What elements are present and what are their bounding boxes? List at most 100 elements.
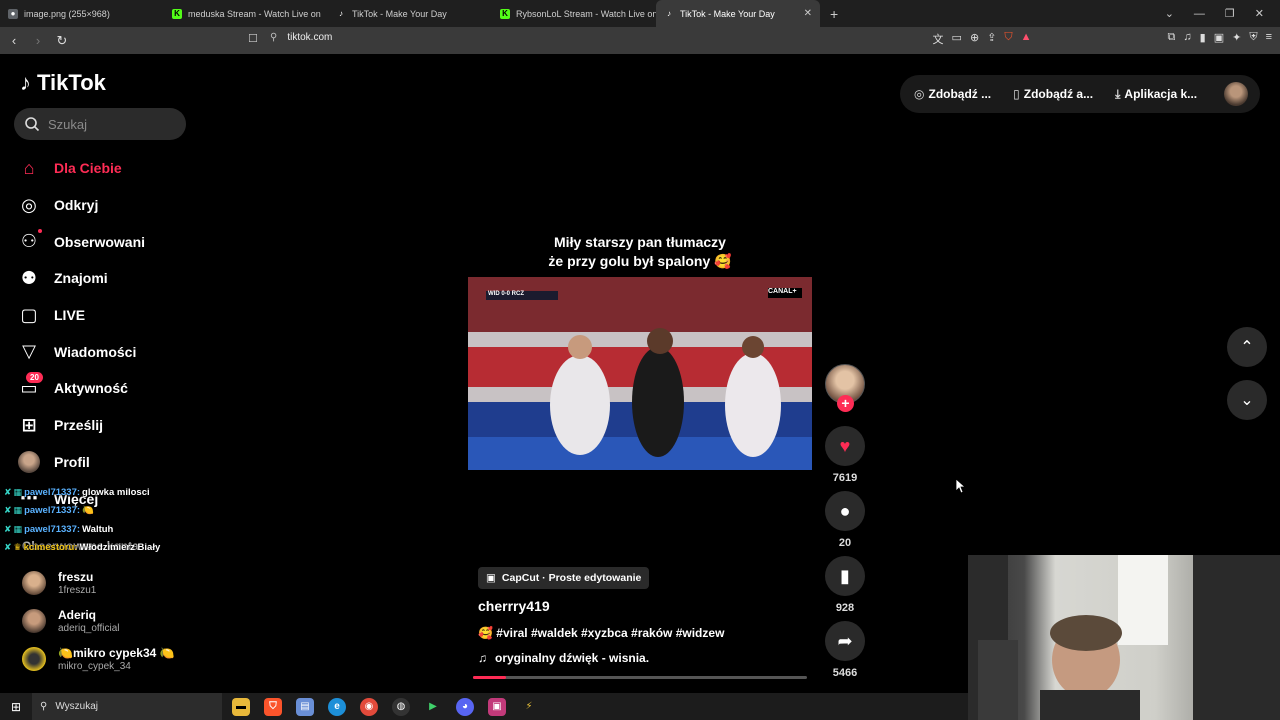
close-window-icon[interactable]: ✕ [1255,7,1264,20]
forward-icon[interactable]: › [28,33,48,48]
comment-button[interactable]: ● [825,491,865,531]
search-input[interactable] [48,116,168,132]
tiktok-logo[interactable]: ♪ TikTok [20,70,106,96]
chat-user: pawel71337: [24,505,81,517]
brave-rewards-icon[interactable]: ▲ [1021,31,1032,47]
follow-plus-icon[interactable]: + [837,395,854,412]
back-icon[interactable]: ‹ [4,33,24,48]
get-app-button[interactable]: ▯ Zdobądź a... [1013,87,1093,101]
share-icon[interactable]: ⇪ [987,31,996,47]
nav-item-explore[interactable]: ◎ Odkryj [18,187,188,224]
translate-icon[interactable]: 文 [933,31,944,47]
video-progress-bar[interactable] [473,676,807,679]
chat-message: ✘ ♛ kcimestoru: Włodzimierz Biały [4,539,194,558]
notepad-icon[interactable]: ▤ [296,697,314,716]
new-tab-button[interactable]: + [820,6,848,22]
tiktok-icon: ♪ [667,9,671,18]
nav-item-profile[interactable]: Profil [18,444,188,481]
close-tab-icon[interactable]: ✕ [804,8,812,19]
share-button[interactable]: ➦ [825,621,865,661]
bookmark-icon[interactable]: ☐ [248,32,258,45]
chevron-up-icon: ⌃ [1240,339,1254,356]
nav-item-following[interactable]: ⚇ Obserwowani [18,223,188,260]
capcut-badge[interactable]: ▣ CapCut · Proste edytowanie [478,567,650,589]
browser-tab[interactable]: K meduska Stream - Watch Live on [164,0,328,27]
zoom-icon[interactable]: ⊕ [970,31,979,47]
windows-start-icon[interactable]: ⊞ [0,700,32,714]
like-button[interactable]: ♥ [825,426,865,466]
sidebar-toggle-icon[interactable]: ▮ [1200,31,1206,47]
nav-item-friends[interactable]: ⚉ Znajomi [18,260,188,297]
nav-label: Odkryj [54,197,99,214]
video-sound[interactable]: ♫ oryginalny dźwięk - wisnia. [478,651,649,665]
nav-item-upload[interactable]: ⊞ Prześlij [18,407,188,444]
media-icon[interactable]: ♫ [1183,31,1191,47]
tab-list-icon[interactable]: ⌄ [1165,7,1174,20]
discord-icon[interactable]: ◕ [456,697,474,716]
activity-badge: 20 [26,372,43,384]
address-bar: ‹ › ↻ ☐ ⚲ tiktok.com 文 ▭ ⊕ ⇪ ⛉ ▲ ⧉ ♫ ▮ ▣… [0,27,1280,54]
brave-browser-icon[interactable]: ⛉ [264,697,282,716]
nav-item-messages[interactable]: ▽ Wiadomości [18,333,188,370]
search-box[interactable] [14,108,186,140]
kick-icon: K [500,8,510,19]
followed-account[interactable]: Aderiq aderiq_official [22,608,192,634]
followed-account[interactable]: 🍋mikro cypek34 🍋 mikro_cypek_34 [22,646,192,672]
get-coins-button[interactable]: ◎ Zdobądź ... [914,87,991,101]
followed-account[interactable]: freszu 1freszu1 [22,570,192,596]
nav-item-activity[interactable]: ▭ 20 Aktywność [18,370,188,407]
chat-text: Włodzimierz Biały [79,542,161,554]
share-count: 5466 [832,667,858,679]
restore-icon[interactable]: ❐ [1225,7,1235,20]
edge-icon[interactable]: e [328,697,346,716]
sword-icon: ✘ [4,505,12,516]
url-field[interactable]: ⚲ tiktok.com [270,32,332,43]
nav-item-live[interactable]: ▢ LIVE [18,297,188,334]
user-avatar[interactable] [1224,82,1248,106]
nav-item-for-you[interactable]: ⌂ Dla Ciebie [18,150,188,187]
heart-icon: ♥ [839,435,851,456]
video-hashtags[interactable]: 🥰 #viral #waldek #xyzbca #raków #widzew [478,626,724,640]
tool-icon[interactable]: ⚡ [520,698,538,716]
brave-shield-icon[interactable]: ⛉ [1004,31,1012,47]
taskbar-search[interactable]: ⚲ Wyszukaj [32,693,222,720]
tab-title: image.png (255×968) [24,8,110,19]
obs-icon[interactable]: ◍ [392,697,410,716]
vpn-icon[interactable]: ⛨ [1249,31,1257,47]
tiktok-icon: ♪ [20,70,31,95]
app-icon[interactable]: ▣ [488,697,506,716]
browser-tab-active[interactable]: ♪ TikTok - Make Your Day ✕ [656,0,820,27]
nav-label: Prześlij [54,417,104,434]
browser-tab[interactable]: K RybsonLoL Stream - Watch Live on K [492,0,656,27]
save-button[interactable]: ▮ [825,556,865,596]
video-player[interactable]: WID 0-0 RCZ CANAL+ [468,277,812,470]
play-icon[interactable]: ▶ [424,698,442,716]
download-icon: ⤓ [1115,86,1121,101]
video-author[interactable]: cherrry419 [478,598,550,614]
extensions-icon[interactable]: ⧉ [1168,31,1176,47]
previous-video-button[interactable]: ⌃ [1227,327,1267,367]
chrome-icon[interactable]: ◉ [360,697,378,716]
nav-label: Wiadomości [54,343,137,360]
coin-icon: ◎ [914,87,925,101]
url-text: tiktok.com [287,32,333,43]
chat-message: ✘ ▦ pawel71337: Waltuh [4,520,194,539]
profile-icon [18,450,40,473]
avatar [22,571,46,595]
file-explorer-icon[interactable]: ▬ [232,697,250,716]
minimize-icon[interactable]: — [1194,8,1205,20]
notification-dot [38,229,42,234]
browser-tab[interactable]: ♪ TikTok - Make Your Day [328,0,492,27]
reload-icon[interactable]: ↻ [52,33,72,49]
browser-tab[interactable]: ● image.png (255×968) [0,0,164,27]
leo-icon[interactable]: ✦ [1232,31,1241,47]
progress-fill [473,676,507,679]
site-info-icon[interactable]: ⚲ [270,32,277,43]
next-video-button[interactable]: ⌄ [1227,380,1267,420]
save-count: 928 [835,602,855,614]
menu-icon[interactable]: ≡ [1266,31,1272,47]
music-note-icon: ♫ [478,651,487,665]
wallet-icon[interactable]: ▣ [1214,31,1224,47]
desktop-app-button[interactable]: ⤓ Aplikacja k... [1115,87,1197,102]
cast-icon[interactable]: ▭ [952,31,962,47]
